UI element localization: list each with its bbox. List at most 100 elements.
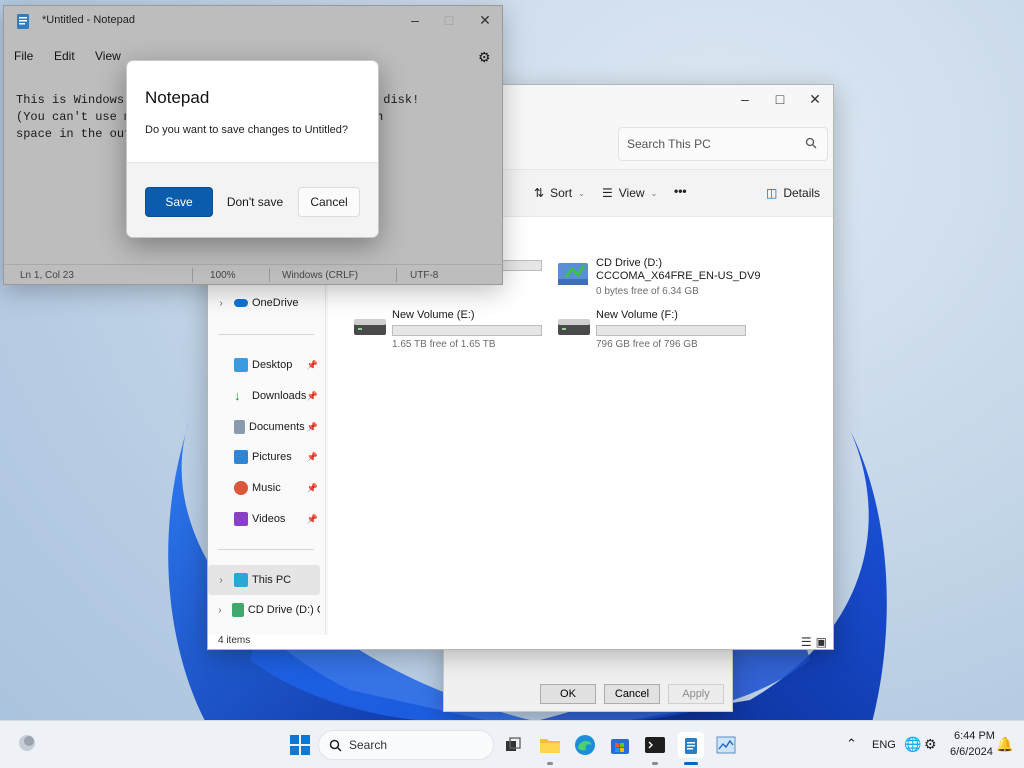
close-icon[interactable]: ✕ — [796, 85, 834, 113]
nav-divider — [218, 334, 314, 335]
music-icon — [234, 481, 248, 495]
chevron-right-icon: › — [218, 604, 222, 616]
pin-icon: 📌 — [306, 451, 318, 462]
chevron-right-icon: › — [219, 297, 223, 309]
search-icon — [805, 137, 817, 149]
cursor-position: Ln 1, Col 23 — [20, 270, 74, 281]
task-view-icon[interactable] — [500, 732, 526, 758]
taskbar: Search ⌃ ENG 🌐 ⚙ 6:44 PM 6/6/2024 🔔 — [0, 720, 1024, 768]
drive-tile[interactable]: New Volume (E:) 1.65 TB free of 1.65 TB — [352, 309, 542, 350]
save-changes-dialog: Notepad Do you want to save changes to U… — [126, 60, 379, 238]
encoding: UTF-8 — [410, 270, 439, 281]
title-bar: *Untitled - Notepad – □ ✕ — [4, 6, 502, 36]
this-pc-icon — [234, 573, 248, 587]
file-explorer-icon[interactable] — [537, 732, 563, 758]
taskbar-search[interactable]: Search — [318, 730, 494, 760]
network-icon[interactable]: 🌐 — [904, 736, 921, 753]
maximize-icon[interactable]: □ — [430, 6, 468, 34]
clock-date[interactable]: 6/6/2024 — [950, 746, 993, 758]
more-options-button[interactable]: ••• — [674, 184, 687, 198]
clock-time[interactable]: 6:44 PM — [954, 730, 995, 742]
ok-button[interactable]: OK — [540, 684, 596, 704]
drive-tile[interactable]: New Volume (F:) 796 GB free of 796 GB — [556, 309, 746, 350]
item-count: 4 items — [218, 635, 251, 646]
cancel-button[interactable]: Cancel — [298, 187, 360, 217]
cancel-button[interactable]: Cancel — [604, 684, 660, 704]
downloads-icon: ↓ — [234, 388, 241, 403]
show-hidden-icons-icon[interactable]: ⌃ — [846, 736, 857, 752]
sidebar-item-videos[interactable]: Videos 📌 — [208, 505, 320, 533]
settings-gear-icon[interactable]: ⚙ — [478, 49, 491, 66]
details-pane-icon: ◫ — [766, 186, 778, 200]
edge-browser-icon[interactable] — [572, 732, 598, 758]
dialog-title: Notepad — [145, 88, 210, 107]
pin-icon: 📌 — [306, 390, 318, 401]
chevron-down-icon: ⌄ — [578, 188, 585, 198]
save-button[interactable]: Save — [145, 187, 213, 217]
dont-save-button[interactable]: Don't save — [219, 187, 291, 217]
volume-icon[interactable]: ⚙ — [924, 736, 937, 753]
search-icon — [329, 739, 342, 752]
hard-drive-icon — [354, 319, 386, 335]
notification-bell-icon[interactable]: 🔔 — [996, 736, 1013, 753]
details-button[interactable]: ◫ Details — [766, 186, 820, 200]
sidebar-item-documents[interactable]: Documents 📌 — [208, 413, 320, 441]
properties-dialog: OK Cancel Apply — [443, 640, 733, 712]
view-button[interactable]: ☰ View ⌄ — [602, 186, 657, 200]
minimize-icon[interactable]: – — [396, 6, 434, 34]
nav-divider — [218, 549, 314, 550]
desktop-icon — [234, 358, 248, 372]
tiles-view-icon[interactable]: ▣ — [816, 635, 827, 649]
close-icon[interactable]: ✕ — [466, 6, 504, 34]
notepad-icon — [17, 14, 29, 29]
pin-icon: 📌 — [306, 482, 318, 493]
dialog-footer: Save Don't save Cancel — [127, 162, 378, 237]
notepad-status-bar: Ln 1, Col 23 100% Windows (CRLF) UTF-8 — [4, 264, 502, 286]
notepad-taskbar-icon[interactable] — [678, 732, 704, 758]
store-icon[interactable] — [607, 732, 633, 758]
status-bar: 4 items ☰ ▣ — [208, 635, 833, 649]
sidebar-item-this-pc[interactable]: › This PC — [208, 565, 320, 595]
view-icon: ☰ — [602, 186, 613, 200]
weather-widget-icon[interactable] — [14, 730, 40, 756]
sidebar-item-music[interactable]: Music 📌 — [208, 474, 320, 502]
pictures-icon — [234, 450, 248, 464]
drive-usage-bar — [392, 325, 542, 336]
sidebar-item-cd-drive[interactable]: › CD Drive (D:) CC — [208, 596, 320, 624]
cd-drive-icon — [231, 603, 244, 617]
onedrive-icon — [234, 299, 248, 307]
sidebar-item-desktop[interactable]: Desktop 📌 — [208, 351, 320, 379]
chevron-down-icon: ⌄ — [650, 188, 658, 198]
drive-usage-bar — [596, 325, 746, 336]
search-placeholder: Search This PC — [627, 137, 711, 151]
cd-drive-icon — [558, 263, 588, 285]
dialog-message: Do you want to save changes to Untitled? — [145, 124, 349, 136]
start-button[interactable] — [287, 732, 313, 758]
sort-button[interactable]: ⇅ Sort ⌄ — [534, 186, 585, 200]
window-title: *Untitled - Notepad — [42, 14, 135, 26]
language-indicator[interactable]: ENG — [872, 739, 896, 751]
menu-edit[interactable]: Edit — [54, 49, 75, 63]
maximize-icon[interactable]: □ — [761, 85, 799, 113]
sidebar-item-pictures[interactable]: Pictures 📌 — [208, 443, 320, 471]
chevron-right-icon: › — [219, 574, 223, 586]
pin-icon: 📌 — [306, 513, 318, 524]
documents-icon — [234, 420, 245, 434]
pin-icon: 📌 — [306, 421, 318, 432]
menu-file[interactable]: File — [14, 49, 33, 63]
details-view-icon[interactable]: ☰ — [801, 635, 812, 649]
search-input[interactable]: Search This PC — [618, 127, 828, 161]
sort-icon: ⇅ — [534, 186, 545, 200]
resource-monitor-icon[interactable] — [713, 732, 739, 758]
terminal-icon[interactable] — [642, 732, 668, 758]
sidebar-item-downloads[interactable]: ↓ Downloads 📌 — [208, 382, 320, 410]
drive-tile[interactable]: CD Drive (D:) CCCOMA_X64FRE_EN-US_DV9 0 … — [556, 257, 760, 297]
line-ending: Windows (CRLF) — [282, 270, 359, 281]
videos-icon — [234, 512, 248, 526]
zoom-level: 100% — [210, 270, 236, 281]
menu-view[interactable]: View — [95, 49, 121, 63]
hard-drive-icon — [558, 319, 590, 335]
minimize-icon[interactable]: – — [726, 85, 764, 113]
apply-button[interactable]: Apply — [668, 684, 724, 704]
sidebar-item-onedrive[interactable]: › OneDrive — [208, 289, 320, 317]
